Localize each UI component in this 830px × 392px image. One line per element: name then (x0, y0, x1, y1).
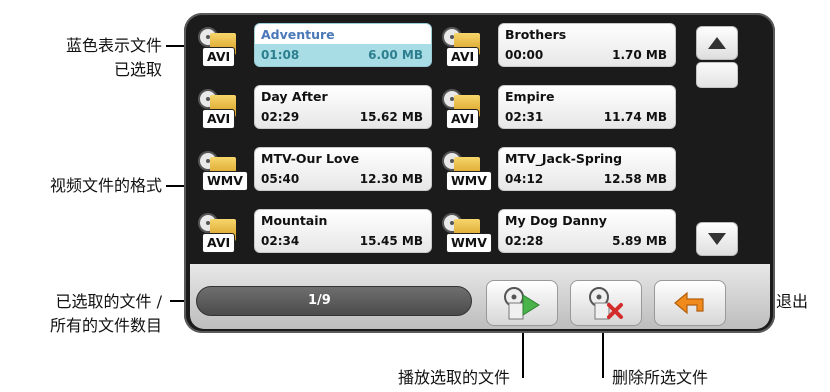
callout-selected-line2: 已选取 (113, 60, 162, 79)
file-size: 15.45 MB (359, 234, 423, 248)
callout-exit: 退出 (776, 292, 809, 311)
file-tile[interactable]: WMV MTV-Our Love 05:40 12.30 MB (194, 145, 434, 193)
file-duration: 00:00 (505, 48, 544, 62)
play-button[interactable] (486, 280, 558, 326)
file-card[interactable]: Empire 02:31 11.74 MB (498, 85, 676, 129)
format-badge: WMV (202, 171, 248, 191)
film-reel-icon: AVI (198, 89, 248, 129)
file-card[interactable]: Day After 02:29 15.62 MB (254, 85, 432, 129)
file-duration: 05:40 (261, 172, 300, 186)
file-tile[interactable]: WMV My Dog Danny 02:28 5.89 MB (438, 207, 678, 255)
callout-count-line1: 已选取的文件 / (55, 292, 162, 311)
file-duration: 01:08 (261, 48, 300, 62)
delete-button[interactable] (570, 280, 642, 326)
file-name: Empire (505, 89, 555, 104)
file-card[interactable]: Adventure 01:08 6.00 MB (254, 23, 432, 67)
file-name: MTV-Our Love (261, 151, 360, 166)
file-tile[interactable]: AVI Day After 02:29 15.62 MB (194, 83, 434, 131)
format-badge: WMV (446, 233, 492, 253)
film-reel-icon: AVI (198, 27, 248, 67)
file-name: My Dog Danny (505, 213, 607, 228)
format-badge: AVI (446, 47, 480, 67)
file-size: 15.62 MB (359, 110, 423, 124)
play-icon (504, 287, 540, 320)
file-tile[interactable]: WMV MTV_Jack-Spring 04:12 12.58 MB (438, 145, 678, 193)
scroll-down-button[interactable] (696, 222, 738, 256)
triangle-down-icon (708, 233, 726, 245)
file-name: MTV_Jack-Spring (505, 151, 623, 166)
file-name: Mountain (261, 213, 328, 228)
file-card[interactable]: My Dog Danny 02:28 5.89 MB (498, 209, 676, 253)
file-size: 11.74 MB (603, 110, 667, 124)
format-badge: AVI (202, 47, 236, 67)
film-reel-icon: AVI (442, 89, 492, 129)
file-tile[interactable]: AVI Empire 02:31 11.74 MB (438, 83, 678, 131)
file-card[interactable]: MTV_Jack-Spring 04:12 12.58 MB (498, 147, 676, 191)
file-name: Adventure (261, 27, 335, 42)
file-size: 1.70 MB (612, 48, 667, 62)
triangle-up-icon (708, 37, 726, 49)
file-size: 5.89 MB (612, 234, 667, 248)
film-reel-icon: AVI (442, 27, 492, 67)
file-duration: 02:29 (261, 110, 300, 124)
page-count-label: 1/9 (308, 293, 331, 308)
file-duration: 02:31 (505, 110, 544, 124)
file-name: Brothers (505, 27, 567, 42)
callout-count: 已选取的文件 / 所有的文件数目 (10, 290, 162, 338)
scroll-thumb[interactable] (696, 62, 738, 88)
callout-count-line2: 所有的文件数目 (49, 316, 162, 335)
file-card[interactable]: MTV-Our Love 05:40 12.30 MB (254, 147, 432, 191)
file-duration: 02:34 (261, 234, 300, 248)
format-badge: AVI (446, 109, 480, 129)
file-size: 12.58 MB (603, 172, 667, 186)
return-arrow-icon (674, 291, 704, 315)
page-indicator (196, 286, 472, 316)
exit-button[interactable] (654, 280, 726, 326)
film-reel-icon: WMV (198, 151, 248, 191)
film-reel-icon: WMV (442, 213, 492, 253)
file-tile[interactable]: AVI Adventure 01:08 6.00 MB (194, 21, 434, 69)
format-badge: WMV (446, 171, 492, 191)
callout-selected-blue: 蓝色表示文件 已选取 (20, 34, 162, 82)
file-card[interactable]: Mountain 02:34 15.45 MB (254, 209, 432, 253)
file-duration: 02:28 (505, 234, 544, 248)
callout-play: 播放选取的文件 (398, 368, 511, 387)
file-duration: 04:12 (505, 172, 544, 186)
delete-icon (589, 287, 623, 320)
file-size: 6.00 MB (368, 48, 423, 62)
file-name: Day After (261, 89, 328, 104)
film-reel-icon: WMV (442, 151, 492, 191)
format-badge: AVI (202, 233, 236, 253)
file-tile[interactable]: AVI Brothers 00:00 1.70 MB (438, 21, 678, 69)
callout-delete: 删除所选文件 (612, 368, 709, 387)
film-reel-icon: AVI (198, 213, 248, 253)
scroll-up-button[interactable] (696, 26, 738, 60)
callout-selected-line1: 蓝色表示文件 (65, 36, 162, 55)
file-size: 12.30 MB (359, 172, 423, 186)
file-grid: AVI Adventure 01:08 6.00 MB AVI Brothers… (194, 21, 688, 257)
format-badge: AVI (202, 109, 236, 129)
file-tile[interactable]: AVI Mountain 02:34 15.45 MB (194, 207, 434, 255)
file-card[interactable]: Brothers 00:00 1.70 MB (498, 23, 676, 67)
callout-format: 视频文件的格式 (49, 176, 162, 195)
